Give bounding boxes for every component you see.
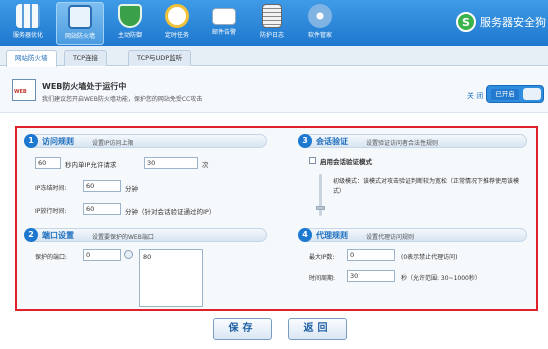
access-requests-input[interactable]: 30 — [144, 157, 198, 169]
section-number-badge: 2 — [24, 228, 38, 242]
tab-tcp-connection[interactable]: TCP连接 — [64, 50, 108, 66]
per-ip-label: 秒内单IP允许请求 — [65, 161, 117, 169]
max-ip-hint: (0表示禁止代理访问) — [401, 254, 458, 261]
verify-mode-description: 初级模式：该模式对攻击验证判断较为宽松（正常情况下推荐使用该模式） — [333, 178, 520, 195]
software-disc-icon — [308, 4, 332, 28]
web-firewall-icon: WEB — [12, 79, 36, 101]
status-subtitle: 我们建议您开启WEB防火墙功能，保护您的网站免受CC攻击 — [42, 96, 203, 103]
proxy-rule-desc: 设置代理访问规则 — [366, 234, 415, 241]
firewall-screen-icon — [68, 5, 92, 29]
tab-website-firewall[interactable]: 网站防火墙 — [6, 50, 57, 67]
add-port-icon[interactable] — [124, 250, 133, 259]
ban-time-label: IP冻结时间: — [35, 185, 67, 192]
log-clipboard-icon — [262, 4, 282, 28]
access-seconds-input[interactable]: 60 — [35, 157, 61, 169]
toolbar-mail-alert-button[interactable]: 邮件告警 — [200, 2, 248, 45]
release-time-input[interactable]: 60 — [83, 203, 121, 215]
session-verify-checkbox-label: 启用会话验证模式 — [320, 158, 372, 166]
toolbar-active-defense-button[interactable]: 主动防御 — [106, 2, 154, 45]
settings-panel: 1 访问规则 设置IP访问上限 60 秒内单IP允许请求 30 次 IP冻结时间… — [15, 126, 538, 311]
toolbar-website-firewall-button[interactable]: 网站防火墙 — [56, 2, 104, 45]
access-rule-header: 1 访问规则 设置IP访问上限 — [24, 134, 267, 148]
save-button[interactable]: 保存 — [213, 318, 272, 340]
server-grid-icon — [16, 4, 40, 28]
port-list[interactable]: 80 — [139, 249, 203, 307]
ban-unit-label: 分钟 — [125, 185, 138, 193]
proxy-rule-title: 代理规则 — [316, 231, 348, 240]
section-number-badge: 3 — [298, 134, 312, 148]
release-unit-label: 分钟（针对会话验证通过的IP） — [125, 208, 216, 216]
port-input[interactable]: 0 — [83, 249, 121, 261]
session-verify-header: 3 会话验证 设置验证访问者合法性规则 — [298, 134, 527, 148]
port-settings-desc: 设置要保护的WEB端口 — [92, 234, 154, 241]
firewall-status-bar: WEB WEB防火墙处于运行中 我们建议您开启WEB防火墙功能，保护您的网站免受… — [0, 67, 548, 113]
tab-tcp-udp-listen[interactable]: TCP与UDP监听 — [128, 50, 192, 66]
mail-icon — [212, 8, 236, 25]
shield-icon — [118, 4, 142, 28]
toolbar-software-manager-button[interactable]: 软件管家 — [296, 2, 344, 45]
access-rule-desc: 设置IP访问上限 — [92, 140, 134, 147]
toggle-state-label: 已开启 — [491, 89, 519, 100]
session-verify-title: 会话验证 — [316, 137, 348, 146]
status-title: WEB防火墙处于运行中 — [42, 82, 127, 91]
proxy-rule-header: 4 代理规则 设置代理访问规则 — [298, 228, 527, 242]
brand-name: 服务器安全狗 — [480, 16, 546, 29]
session-verify-desc: 设置验证访问者合法性规则 — [366, 140, 439, 147]
ban-time-input[interactable]: 60 — [83, 180, 121, 192]
access-rule-title: 访问规则 — [42, 137, 74, 146]
section-number-badge: 1 — [24, 134, 38, 148]
section-number-badge: 4 — [298, 228, 312, 242]
main-toolbar: 服务器优化 网站防火墙 主动防御 定时任务 邮件告警 防护日志 软件管家 S 服… — [0, 0, 548, 46]
toolbar-protection-log-button[interactable]: 防护日志 — [248, 2, 296, 45]
times-unit-label: 次 — [202, 161, 209, 169]
brand-logo: S 服务器安全狗 — [456, 10, 546, 34]
protected-port-label: 保护的端口: — [35, 254, 68, 261]
toggle-knob[interactable] — [523, 88, 541, 100]
firewall-toggle[interactable]: 已开启 — [486, 85, 544, 103]
port-list-item[interactable]: 80 — [143, 253, 199, 261]
session-verify-checkbox[interactable] — [309, 157, 316, 164]
tab-bar: 网站防火墙 TCP连接 TCP与UDP监听 — [0, 46, 548, 67]
verify-level-slider-knob[interactable] — [316, 206, 325, 210]
toolbar-scheduled-task-button[interactable]: 定时任务 — [153, 2, 201, 45]
release-time-label: IP放行时间: — [35, 208, 67, 215]
max-ip-input[interactable]: 0 — [347, 249, 395, 261]
toolbar-server-optimize-button[interactable]: 服务器优化 — [4, 2, 52, 45]
toggle-off-label[interactable]: 关 闭 — [467, 91, 483, 101]
time-period-hint: 秒（允许范围: 30~1000秒） — [401, 275, 481, 282]
port-settings-title: 端口设置 — [42, 231, 74, 240]
port-settings-header: 2 端口设置 设置要保护的WEB端口 — [24, 228, 267, 242]
clock-icon — [165, 4, 189, 28]
time-period-label: 时间周期: — [309, 275, 336, 282]
time-period-input[interactable]: 30 — [347, 270, 395, 282]
dog-logo-icon: S — [456, 12, 476, 32]
back-button[interactable]: 返回 — [288, 318, 347, 340]
max-ip-label: 最大IP数: — [309, 254, 335, 261]
